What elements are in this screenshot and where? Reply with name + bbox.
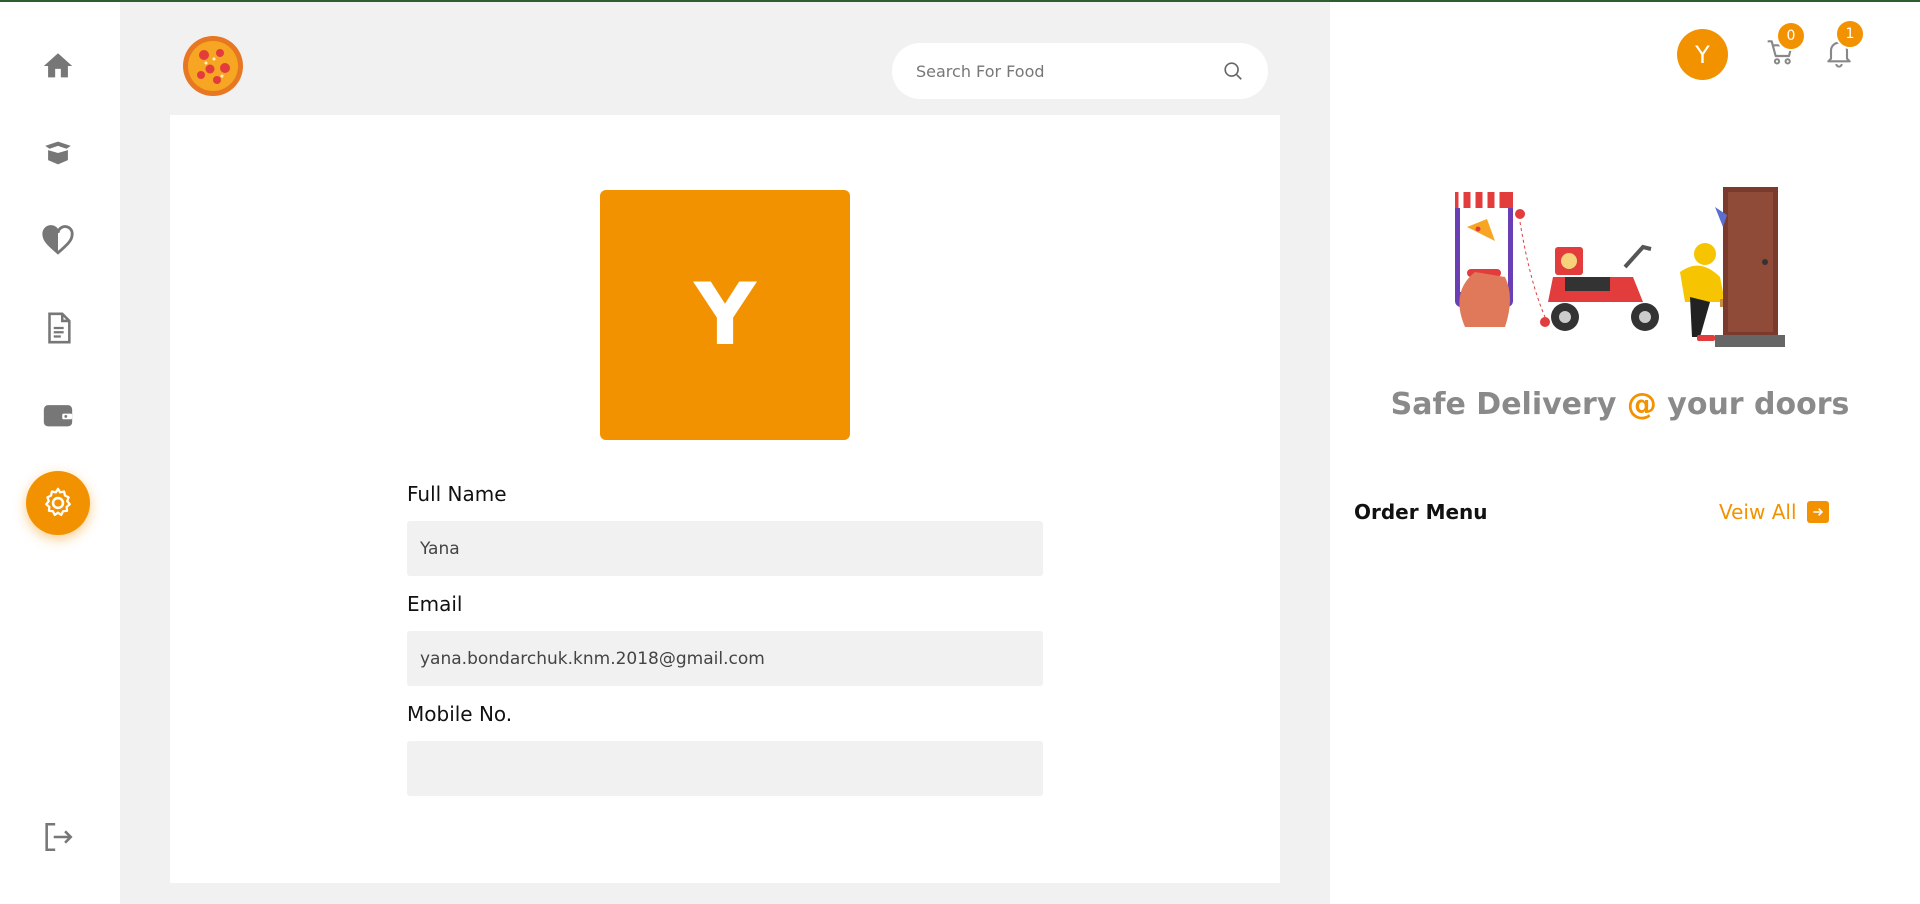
document-icon	[48, 312, 71, 344]
full-name-field[interactable]	[407, 521, 1043, 576]
cart-count: 0	[1786, 28, 1796, 44]
promo-title: Safe Delivery @ your doors	[1330, 387, 1910, 422]
arrow-right-icon	[1806, 501, 1829, 523]
sidebar	[0, 2, 120, 904]
mobile-field[interactable]	[407, 741, 1043, 796]
logout-button[interactable]	[26, 805, 90, 869]
sidebar-item-documents[interactable]	[26, 296, 90, 360]
search-bar	[892, 43, 1268, 99]
main-area: Y Full Name Email Mobile No.	[120, 2, 1330, 904]
user-avatar[interactable]: Y	[1677, 29, 1728, 80]
mobile-label: Mobile No.	[407, 702, 513, 726]
notifications-button[interactable]: 1	[1819, 19, 1865, 70]
cart-count-badge: 0	[1776, 21, 1806, 51]
profile-avatar-letter: Y	[693, 265, 757, 365]
search-input[interactable]	[916, 61, 1222, 81]
sidebar-item-wallet[interactable]	[26, 383, 90, 447]
profile-avatar[interactable]: Y	[600, 190, 850, 440]
view-all-link[interactable]: Veiw All	[1719, 500, 1829, 524]
sidebar-item-orders[interactable]	[26, 121, 90, 185]
profile-card: Y Full Name Email Mobile No.	[170, 115, 1280, 883]
user-avatar-letter: Y	[1695, 40, 1710, 69]
sidebar-item-favorites[interactable]	[26, 208, 90, 272]
pizza-logo-icon[interactable]	[182, 35, 244, 97]
heart-icon	[42, 225, 74, 255]
sidebar-item-settings[interactable]	[26, 471, 90, 535]
box-icon	[45, 141, 71, 165]
notification-count-badge: 1	[1835, 19, 1865, 49]
full-name-label: Full Name	[407, 482, 507, 506]
delivery-illustration	[1445, 177, 1790, 357]
right-panel: Y 0 1 Safe Delivery @ your doors Order M…	[1330, 2, 1920, 904]
promo-title-at: @	[1626, 387, 1657, 422]
home-icon	[43, 53, 73, 78]
email-label: Email	[407, 592, 463, 616]
view-all-label: Veiw All	[1719, 500, 1797, 524]
gear-icon	[45, 487, 71, 517]
search-icon[interactable]	[1222, 60, 1244, 82]
email-field[interactable]	[407, 631, 1043, 686]
logout-icon	[45, 822, 73, 852]
cart-button[interactable]: 0	[1761, 21, 1806, 70]
promo-title-part2: your doors	[1656, 387, 1850, 422]
wallet-icon	[43, 405, 73, 427]
notification-count: 1	[1845, 26, 1855, 42]
order-menu-title: Order Menu	[1354, 500, 1488, 524]
promo-title-part1: Safe Delivery	[1390, 387, 1627, 422]
sidebar-item-home[interactable]	[26, 34, 90, 98]
